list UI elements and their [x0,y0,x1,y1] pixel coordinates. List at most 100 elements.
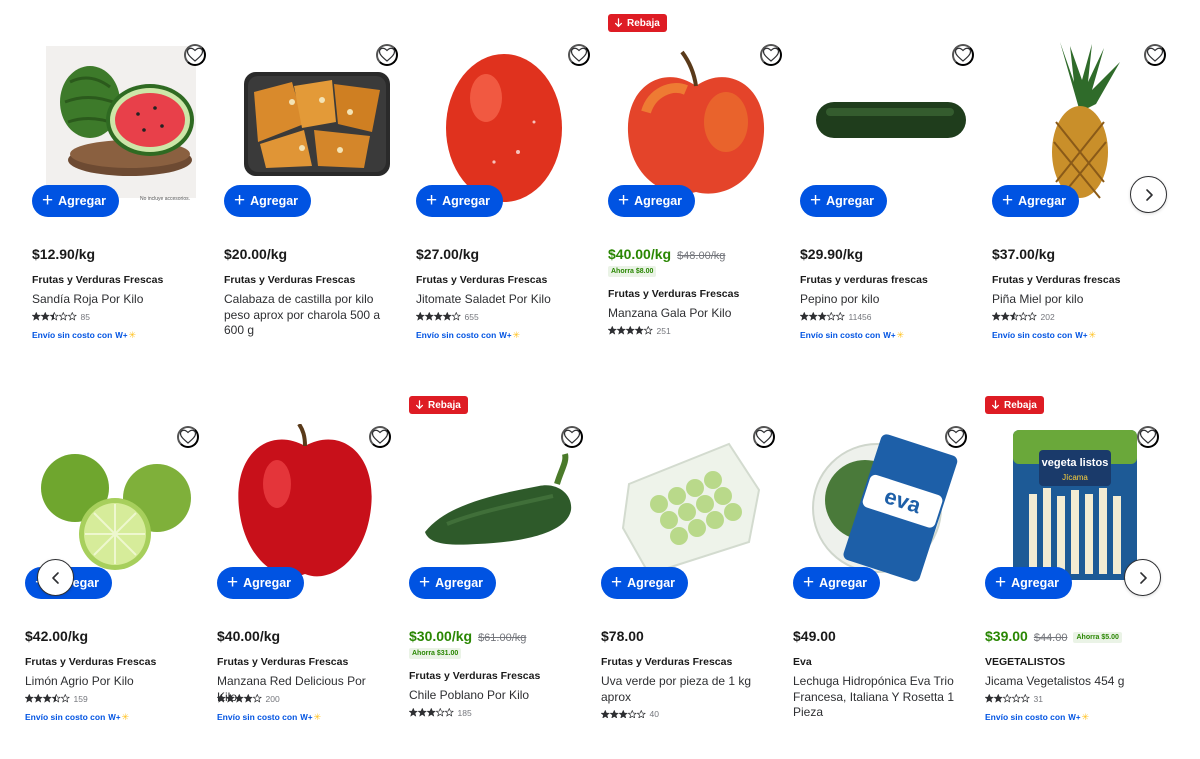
product-card[interactable]: + Agregar $78.00 Frutas y Verduras Fresca… [601,424,777,759]
add-to-cart-button[interactable]: + Agregar [608,185,696,217]
add-to-cart-button[interactable]: + Agregar [800,185,888,217]
product-image-pineapple[interactable] [1000,42,1160,202]
add-label: Agregar [435,576,484,590]
favorite-button[interactable] [1144,44,1166,66]
product-image-cucumber[interactable] [808,42,968,202]
current-price: $37.00/kg [992,246,1056,262]
product-brand: Eva [793,656,812,668]
favorite-button[interactable] [760,44,782,66]
favorite-button[interactable] [177,426,199,448]
review-count: 200 [265,693,280,704]
product-image-watermelon[interactable]: No incluye accesorios. [40,42,200,202]
add-to-cart-button[interactable]: + Agregar [601,567,689,599]
product-name-link[interactable]: Lechuga Hidropónica Eva Trio Francesa, I… [793,674,963,721]
chevron-left-icon [51,571,59,584]
star-icon [25,694,34,703]
price-line: $78.00 [601,628,644,644]
add-to-cart-button[interactable]: + Agregar [409,567,497,599]
favorite-button[interactable] [753,426,775,448]
add-to-cart-button[interactable]: + Agregar [416,185,504,217]
walmart-plus-logo: W+ ✳ [108,712,129,723]
product-image-jicama[interactable]: vegeta listos Jícama [993,424,1153,584]
product-card[interactable]: Rebaja + Agregar $40.00/kg $48.00/kg Ahorr… [608,14,784,402]
star-icon [217,694,226,703]
product-card[interactable]: Rebaja + Agregar $30.00/kg $61.00/kg Ahorr… [409,396,585,759]
rebaja-badge: Rebaja [409,396,468,414]
product-name-link[interactable]: Jitomate Saladet Por Kilo [416,292,586,308]
product-card[interactable]: + Agregar $29.90/kg Frutas y verduras fre… [800,42,976,402]
favorite-button[interactable] [184,44,206,66]
carousel-next-button-row-1[interactable] [1130,176,1167,213]
product-brand: Frutas y Verduras Frescas [25,656,157,668]
product-brand: Frutas y Verduras Frescas [224,274,356,286]
product-card[interactable]: + Agregar $20.00/kg Frutas y Verduras Fre… [224,42,400,402]
star-icon [409,708,418,717]
walmart-plus-logo: W+ ✳ [883,330,904,341]
add-to-cart-button[interactable]: + Agregar [992,185,1080,217]
product-image-grapes[interactable] [609,424,769,584]
free-shipping-note: Envío sin costo con W+ ✳ [217,712,321,723]
spark-icon: ✳ [121,711,130,722]
product-name-link[interactable]: Manzana Gala Por Kilo [608,306,778,322]
product-name-link[interactable]: Pepino por kilo [800,292,970,308]
star-rating [992,312,1037,321]
product-name-link[interactable]: Sandía Roja Por Kilo [32,292,202,308]
favorite-button[interactable] [952,44,974,66]
product-image-red-apple[interactable] [225,424,385,584]
star-icon [1010,312,1019,321]
plus-icon: + [995,572,1007,593]
star-icon [425,312,434,321]
wplus-label: W+ [108,712,121,722]
star-icon [418,708,427,717]
carousel-next-button-row-2[interactable] [1124,559,1161,596]
carousel-prev-button-row-2[interactable] [37,559,74,596]
add-to-cart-button[interactable]: + Agregar [217,567,305,599]
favorite-button[interactable] [568,44,590,66]
favorite-button[interactable] [945,426,967,448]
star-icon [59,312,68,321]
favorite-button[interactable] [369,426,391,448]
star-icon [626,326,635,335]
walmart-plus-logo: W+ ✳ [499,330,520,341]
product-brand: Frutas y Verduras Frescas [409,670,541,682]
product-card[interactable]: + Agregar $27.00/kg Frutas y Verduras Fre… [416,42,592,402]
product-image-squash[interactable] [232,42,392,202]
add-to-cart-button[interactable]: + Agregar [985,567,1073,599]
review-count: 31 [1033,693,1043,704]
free-shipping-note: Envío sin costo con W+ ✳ [25,712,129,723]
product-name-link[interactable]: Uva verde por pieza de 1 kg aprox [601,674,771,705]
spark-icon: ✳ [1081,711,1090,722]
star-icon [452,312,461,321]
product-card[interactable]: No incluye accesorios. + Agregar $12.90/kg… [32,42,208,402]
wplus-label: W+ [300,712,313,722]
product-name-link[interactable]: Jicama Vegetalistos 454 g [985,674,1155,690]
previous-price: $44.00 [1033,632,1068,644]
favorite-button[interactable] [561,426,583,448]
current-price: $49.00 [793,628,836,644]
product-image-lettuce[interactable]: eva [801,424,961,584]
star-icon [637,709,646,719]
review-count: 159 [73,693,88,704]
plus-icon: + [810,190,822,211]
spark-icon: ✳ [512,329,521,340]
star-icon [1003,694,1012,703]
star-icon [1028,312,1037,321]
favorite-button[interactable] [1137,426,1159,448]
add-to-cart-button[interactable]: + Agregar [224,185,312,217]
product-card[interactable]: + Agregar $37.00/kg Frutas y Verduras fre… [992,42,1168,402]
product-image-gala-apple[interactable] [616,42,776,202]
product-name-link[interactable]: Calabaza de castilla por kilo peso aprox… [224,292,394,339]
product-card[interactable]: + Agregar $40.00/kg Frutas y Verduras Fre… [217,424,393,759]
product-name-link[interactable]: Chile Poblano Por Kilo [409,688,579,704]
add-to-cart-button[interactable]: + Agregar [32,185,120,217]
star-icon [610,709,619,719]
star-icon [68,312,77,321]
product-card[interactable]: eva + Agregar $49.00 Eva Lechuga Hidropónic… [793,424,969,759]
product-image-tomato[interactable] [424,42,584,202]
add-to-cart-button[interactable]: + Agregar [793,567,881,599]
product-name-link[interactable]: Limón Agrio Por Kilo [25,674,195,690]
product-image-poblano[interactable] [417,424,577,584]
favorite-button[interactable] [376,44,398,66]
rating: 200 [217,694,280,704]
product-name-link[interactable]: Piña Miel por kilo [992,292,1162,308]
